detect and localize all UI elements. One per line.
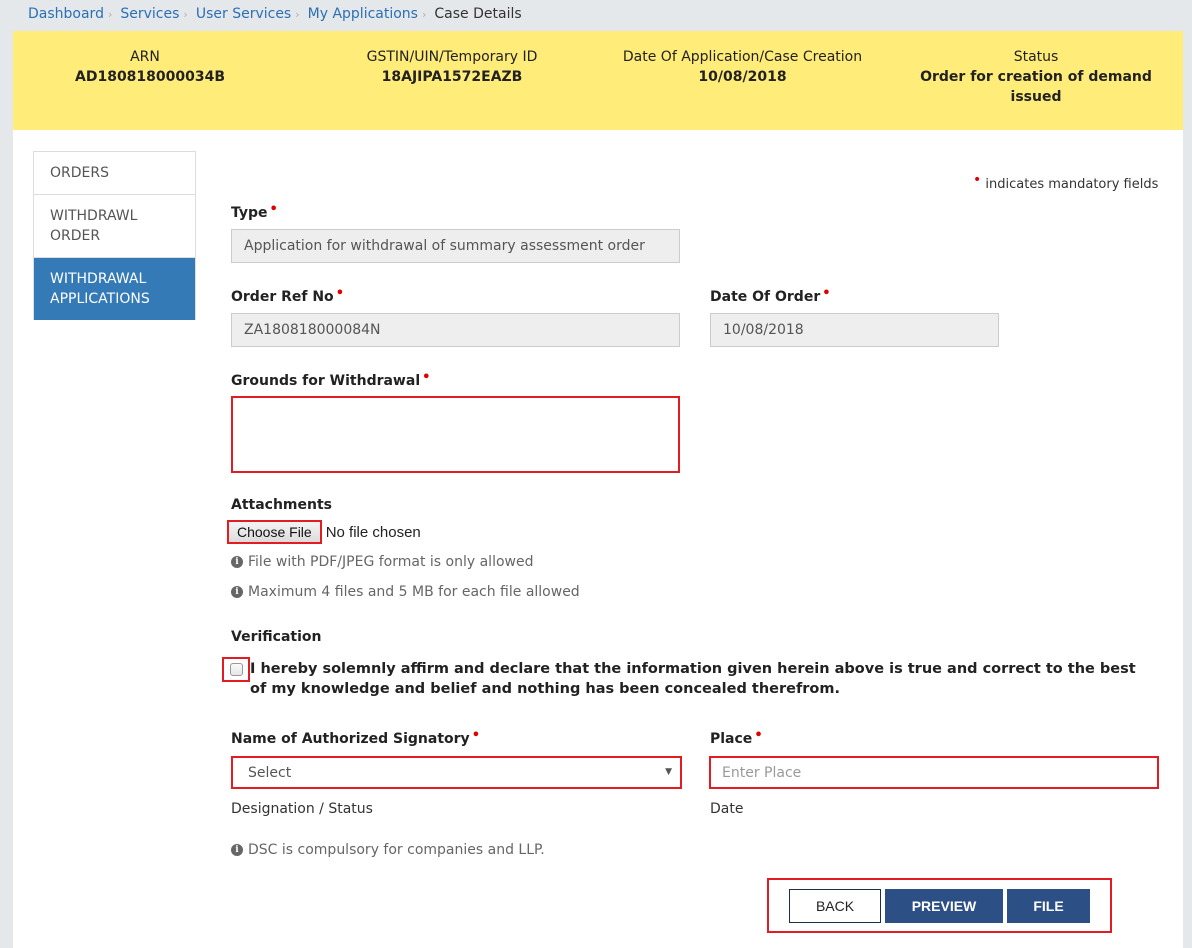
preview-button[interactable]: PREVIEW — [885, 889, 1003, 923]
verification-checkbox-highlight — [222, 657, 250, 682]
required-dot-icon: • — [471, 728, 480, 743]
file-format-hint-text: File with PDF/JPEG format is only allowe… — [248, 554, 534, 570]
info-icon: i — [231, 844, 243, 856]
gstin-value: 18AJIPA1572EAZB — [381, 69, 523, 85]
required-dot-icon: • — [335, 286, 344, 301]
authorized-signatory-select[interactable]: Select ▼ — [231, 756, 682, 789]
status-label: Status — [1013, 49, 1059, 65]
place-input[interactable] — [709, 756, 1159, 789]
main-panel: ARN AD180818000034B GSTIN/UIN/Temporary … — [13, 31, 1183, 948]
breadcrumb: Dashboard › Services › User Services › M… — [28, 4, 522, 24]
info-icon: i — [231, 556, 243, 568]
required-dot-icon: • — [754, 728, 763, 743]
place-label-text: Place — [710, 731, 753, 747]
breadcrumb-separator-icon: › — [295, 7, 300, 21]
designation-status-label: Designation / Status — [231, 801, 373, 817]
breadcrumb-dashboard[interactable]: Dashboard — [28, 6, 104, 22]
grounds-label-text: Grounds for Withdrawal — [231, 373, 421, 389]
sidebar-item-orders[interactable]: ORDERS — [34, 152, 195, 195]
grounds-for-withdrawal-textarea[interactable] — [231, 396, 680, 473]
no-file-chosen-text: No file chosen — [325, 523, 421, 541]
sidebar-item-label: WITHDRAWAL — [50, 271, 147, 287]
order-ref-field: ZA180818000084N — [231, 313, 680, 347]
breadcrumb-current: Case Details — [434, 6, 522, 22]
status-value-line1: Order for creation of demand — [920, 69, 1152, 85]
grounds-label: Grounds for Withdrawal • — [231, 370, 431, 389]
file-format-hint: i File with PDF/JPEG format is only allo… — [231, 554, 533, 570]
sidebar-item-withdrawl-order[interactable]: WITHDRAWL ORDER — [34, 195, 195, 258]
required-dot-icon: • — [973, 172, 982, 188]
signatory-selected-value: Select — [248, 765, 292, 781]
breadcrumb-separator-icon: › — [107, 7, 113, 21]
breadcrumb-services[interactable]: Services — [120, 6, 179, 22]
date-of-order-label: Date Of Order • — [710, 286, 831, 305]
required-dot-icon: • — [422, 370, 431, 385]
dropdown-arrow-icon: ▼ — [665, 767, 672, 777]
verification-checkbox[interactable] — [229, 663, 243, 676]
gstin-label: GSTIN/UIN/Temporary ID — [366, 49, 538, 65]
file-size-hint: i Maximum 4 files and 5 MB for each file… — [231, 584, 580, 600]
status-value: Order for creation of demand issued — [913, 67, 1159, 107]
sidebar-item-label: ORDER — [50, 228, 101, 244]
breadcrumb-user-services[interactable]: User Services — [196, 6, 291, 22]
verification-declaration-text: I hereby solemnly affirm and declare tha… — [250, 661, 1136, 697]
application-date-block: Date Of Application/Case Creation 10/08/… — [610, 47, 875, 87]
case-summary-header: ARN AD180818000034B GSTIN/UIN/Temporary … — [13, 31, 1183, 130]
file-button[interactable]: FILE — [1007, 889, 1090, 923]
date-label: Date — [710, 801, 744, 817]
sidebar-nav: ORDERS WITHDRAWL ORDER WITHDRAWAL APPLIC… — [33, 151, 196, 320]
arn-value: AD180818000034B — [75, 69, 226, 85]
arn-label: ARN — [130, 49, 160, 65]
type-field: Application for withdrawal of summary as… — [231, 229, 680, 263]
required-dot-icon: • — [269, 202, 278, 217]
application-date-value: 10/08/2018 — [698, 69, 787, 85]
sidebar-item-label: APPLICATIONS — [50, 291, 150, 307]
breadcrumb-separator-icon: › — [421, 7, 427, 21]
type-label-text: Type — [231, 205, 268, 221]
status-block: Status Order for creation of demand issu… — [913, 47, 1159, 107]
action-buttons: BACK PREVIEW FILE — [767, 878, 1112, 933]
status-value-line2: issued — [1010, 89, 1062, 105]
sidebar-item-withdrawal-applications[interactable]: WITHDRAWAL APPLICATIONS — [34, 258, 195, 320]
application-date-label: Date Of Application/Case Creation — [622, 49, 863, 65]
attachments-label: Attachments — [231, 497, 333, 513]
verification-label: Verification — [231, 629, 322, 645]
file-upload: Choose File No file chosen — [227, 520, 421, 544]
sidebar-item-label: WITHDRAWL — [50, 208, 138, 224]
required-dot-icon: • — [822, 286, 831, 301]
file-size-hint-text: Maximum 4 files and 5 MB for each file a… — [248, 584, 580, 600]
date-of-order-label-text: Date Of Order — [710, 289, 821, 305]
arn-block: ARN AD180818000034B — [75, 47, 226, 87]
mandatory-note-text: indicates mandatory fields — [985, 177, 1159, 192]
order-ref-label: Order Ref No • — [231, 286, 344, 305]
place-label: Place • — [710, 728, 763, 747]
back-button[interactable]: BACK — [789, 889, 881, 923]
breadcrumb-my-applications[interactable]: My Applications — [308, 6, 418, 22]
choose-file-button[interactable]: Choose File — [227, 520, 322, 544]
dsc-hint-text: DSC is compulsory for companies and LLP. — [248, 842, 545, 858]
date-of-order-field: 10/08/2018 — [710, 313, 999, 347]
breadcrumb-separator-icon: › — [183, 7, 188, 21]
gstin-block: GSTIN/UIN/Temporary ID 18AJIPA1572EAZB — [349, 47, 555, 87]
info-icon: i — [231, 586, 243, 598]
mandatory-fields-note: • indicates mandatory fields — [973, 172, 1159, 192]
signatory-label-text: Name of Authorized Signatory — [231, 731, 470, 747]
signatory-label: Name of Authorized Signatory • — [231, 728, 480, 747]
dsc-hint: i DSC is compulsory for companies and LL… — [231, 842, 545, 858]
sidebar-item-label: ORDERS — [50, 165, 109, 181]
type-label: Type • — [231, 202, 278, 221]
order-ref-label-text: Order Ref No — [231, 289, 334, 305]
